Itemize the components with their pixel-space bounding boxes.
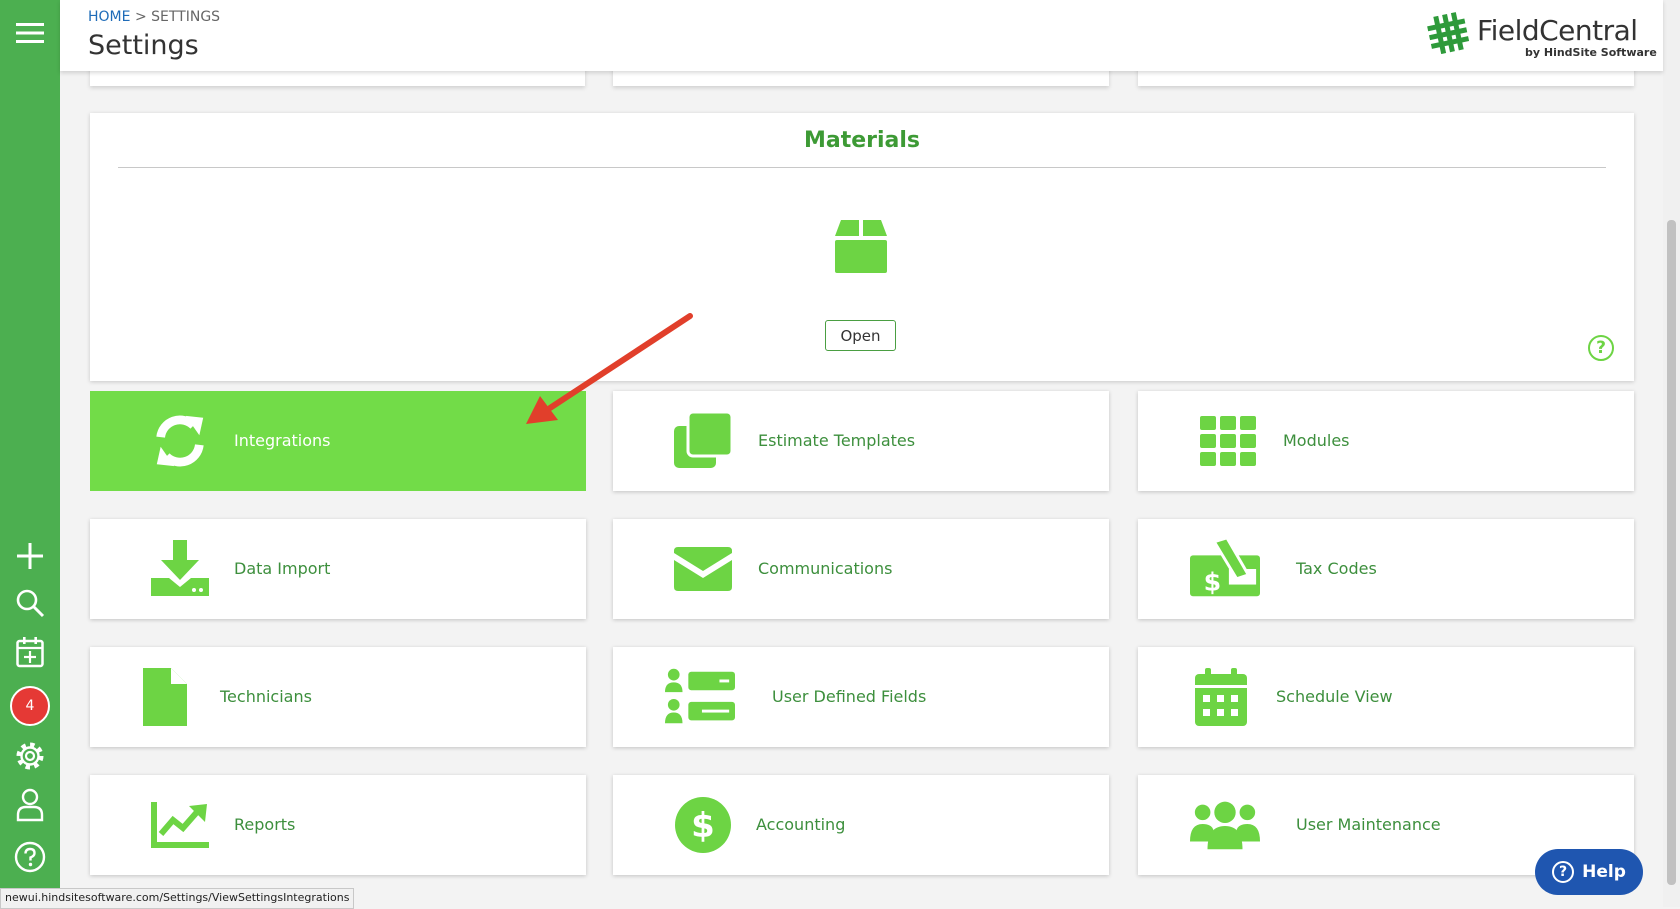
- sync-icon: [145, 409, 215, 473]
- tile-tax-codes[interactable]: $ Tax Codes: [1138, 519, 1634, 619]
- breadcrumb-current: SETTINGS: [151, 9, 221, 25]
- status-bar-url: newui.hindsitesoftware.com/Settings/View…: [0, 888, 355, 909]
- chart-line-icon: [145, 793, 215, 857]
- svg-text:$: $: [1204, 567, 1222, 596]
- fieldcentral-logo[interactable]: FieldCentral by HindSite Software: [1427, 10, 1657, 62]
- breadcrumb-separator: >: [134, 9, 147, 25]
- scrollbar-thumb[interactable]: [1667, 220, 1676, 885]
- page-header: HOME > SETTINGS Settings FieldCentral by…: [60, 0, 1663, 71]
- tile-label: Tax Codes: [1296, 559, 1377, 578]
- tile-integrations[interactable]: Integrations: [90, 391, 586, 491]
- tile-label: Reports: [234, 815, 296, 834]
- materials-help-icon[interactable]: ?: [1588, 335, 1614, 361]
- tile-estimate-templates[interactable]: Estimate Templates: [613, 391, 1109, 491]
- tax-receipt-icon: $: [1190, 537, 1260, 601]
- breadcrumb: HOME > SETTINGS: [88, 9, 220, 25]
- copy-icon: [668, 409, 738, 473]
- tile-label: Communications: [758, 559, 893, 578]
- tile-modules[interactable]: Modules: [1138, 391, 1634, 491]
- vertical-scrollbar[interactable]: [1663, 0, 1680, 907]
- page-title: Settings: [88, 30, 199, 61]
- breadcrumb-home-link[interactable]: HOME: [88, 9, 130, 25]
- tile-communications[interactable]: Communications: [613, 519, 1109, 619]
- logo-wordmark: FieldCentral: [1477, 14, 1638, 47]
- materials-open-button[interactable]: Open: [825, 320, 896, 351]
- notifications-badge[interactable]: 4: [0, 684, 60, 728]
- calendar-add-icon[interactable]: [0, 634, 60, 670]
- box-icon: [833, 218, 889, 278]
- tile-label: Schedule View: [1276, 687, 1393, 706]
- hamburger-menu-icon[interactable]: [0, 14, 60, 52]
- question-icon: ?: [1552, 861, 1575, 883]
- tile-label: Technicians: [220, 687, 312, 706]
- users-group-icon: [1190, 793, 1260, 857]
- search-icon[interactable]: [0, 585, 60, 621]
- sidebar: 4: [0, 0, 60, 907]
- help-icon[interactable]: [0, 838, 60, 876]
- user-list-icon: [665, 665, 735, 729]
- tile-label: Data Import: [234, 559, 331, 578]
- envelope-icon: [668, 537, 738, 601]
- add-icon[interactable]: [0, 538, 60, 574]
- user-icon[interactable]: [0, 786, 60, 824]
- tile-label: Estimate Templates: [758, 431, 916, 450]
- tile-accounting[interactable]: $ Accounting: [613, 775, 1109, 875]
- tile-schedule-view[interactable]: Schedule View: [1138, 647, 1634, 747]
- notification-count: 4: [10, 686, 50, 726]
- grid-icon: [1193, 409, 1263, 473]
- tile-technicians[interactable]: Technicians: [90, 647, 586, 747]
- tile-label: Modules: [1283, 431, 1350, 450]
- fieldcentral-logo-icon: [1427, 12, 1470, 54]
- gear-icon[interactable]: [0, 738, 60, 774]
- materials-title: Materials: [803, 128, 921, 153]
- materials-panel: Materials Open ?: [90, 113, 1634, 381]
- tile-label: User Defined Fields: [772, 687, 927, 706]
- divider: [118, 167, 1606, 168]
- tile-label: User Maintenance: [1296, 815, 1441, 834]
- calendar-icon: [1186, 665, 1256, 729]
- logo-subtitle: by HindSite Software: [1525, 46, 1657, 59]
- help-chat-button[interactable]: ? Help: [1535, 849, 1643, 895]
- tile-data-import[interactable]: Data Import: [90, 519, 586, 619]
- tile-label: Integrations: [234, 431, 331, 450]
- tile-label: Accounting: [756, 815, 846, 834]
- help-button-label: Help: [1582, 862, 1626, 882]
- download-tray-icon: [145, 537, 215, 601]
- dollar-circle-icon: $: [668, 793, 738, 857]
- tile-user-defined-fields[interactable]: User Defined Fields: [613, 647, 1109, 747]
- tile-reports[interactable]: Reports: [90, 775, 586, 875]
- svg-text:$: $: [691, 806, 715, 846]
- file-icon: [130, 665, 200, 729]
